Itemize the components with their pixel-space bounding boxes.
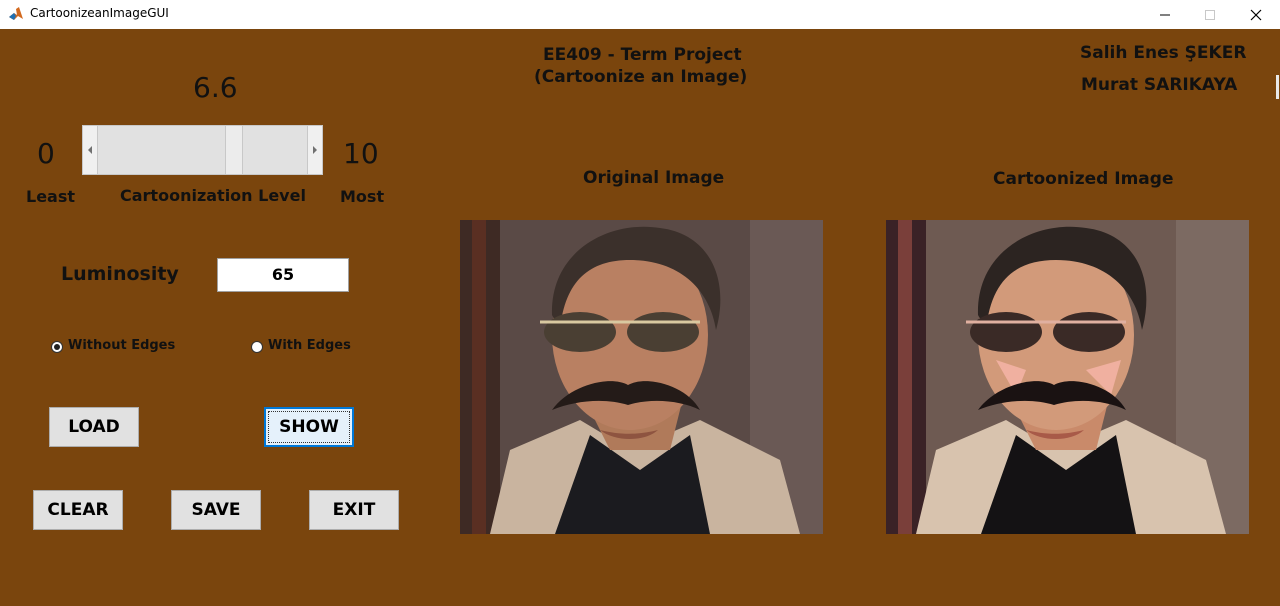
exit-button[interactable]: EXIT xyxy=(309,490,399,530)
without-edges-label[interactable]: Without Edges xyxy=(68,338,175,353)
maximize-icon xyxy=(1205,9,1215,20)
cartoonization-slider[interactable] xyxy=(82,125,323,175)
luminosity-input[interactable]: 65 xyxy=(217,258,349,292)
original-image-title: Original Image xyxy=(583,168,725,188)
slider-min-value: 0 xyxy=(37,137,55,170)
scrollbar-thumb[interactable] xyxy=(1276,75,1279,99)
slider-thumb[interactable] xyxy=(225,126,243,174)
slider-left-arrow[interactable] xyxy=(83,126,98,174)
show-button[interactable]: SHOW xyxy=(264,407,354,447)
slider-label: Cartoonization Level xyxy=(120,186,306,205)
with-edges-label[interactable]: With Edges xyxy=(268,338,351,353)
cartoonized-image xyxy=(886,220,1249,534)
slider-value-readout: 6.6 xyxy=(193,71,238,104)
matlab-icon xyxy=(8,6,24,22)
chevron-right-icon xyxy=(313,146,317,154)
luminosity-label: Luminosity xyxy=(61,263,179,285)
window-title: CartoonizeanImageGUI xyxy=(30,6,169,20)
author-name-2: Murat SARIKAYA xyxy=(1081,75,1238,95)
slider-max-caption: Most xyxy=(340,187,385,206)
radio-selected-dot xyxy=(54,344,60,350)
project-title: EE409 - Term Project xyxy=(543,45,742,65)
scrollbar[interactable] xyxy=(1274,29,1280,606)
maximize-button[interactable] xyxy=(1187,0,1233,29)
cartoonized-image-title: Cartoonized Image xyxy=(993,169,1174,189)
slider-max-value: 10 xyxy=(343,137,379,170)
slider-right-arrow[interactable] xyxy=(307,126,322,174)
clear-button[interactable]: CLEAR xyxy=(33,490,123,530)
slider-min-caption: Least xyxy=(26,187,76,206)
chevron-left-icon xyxy=(88,146,92,154)
author-name-1: Salih Enes ŞEKER xyxy=(1080,43,1247,63)
minimize-button[interactable] xyxy=(1142,0,1188,29)
close-button[interactable] xyxy=(1233,0,1279,29)
load-button[interactable]: LOAD xyxy=(49,407,139,447)
without-edges-radio[interactable] xyxy=(51,341,63,353)
original-image xyxy=(460,220,823,534)
title-bar: CartoonizeanImageGUI xyxy=(0,0,1280,29)
minimize-icon xyxy=(1160,14,1170,15)
with-edges-radio[interactable] xyxy=(251,341,263,353)
save-button[interactable]: SAVE xyxy=(171,490,261,530)
project-subtitle: (Cartoonize an Image) xyxy=(534,67,748,87)
close-icon xyxy=(1250,9,1262,20)
